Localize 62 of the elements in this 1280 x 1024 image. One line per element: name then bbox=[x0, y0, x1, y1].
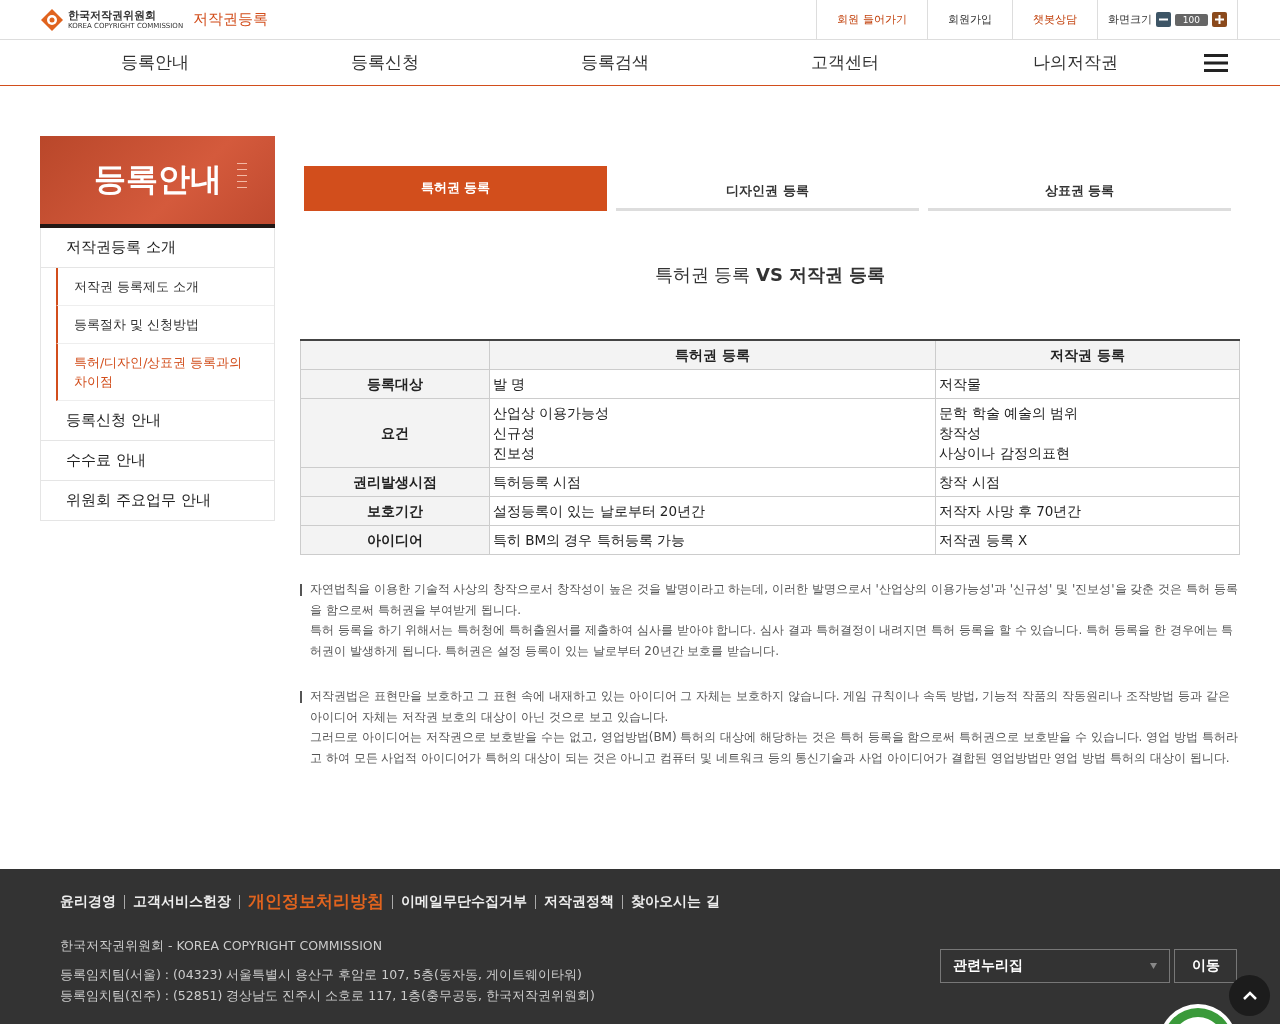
utility-link[interactable]: 챗봇상담 bbox=[1012, 0, 1098, 39]
logo-icon bbox=[40, 7, 64, 32]
table-cell: 특허등록 시점 bbox=[489, 467, 936, 497]
scroll-top-button[interactable] bbox=[1229, 975, 1270, 1016]
go-button[interactable]: 이동 bbox=[1174, 949, 1237, 983]
font-size-label: 화면크기 bbox=[1107, 12, 1152, 27]
footer-link[interactable]: 고객서비스헌장 bbox=[133, 893, 231, 911]
table-cell: 산업상 이용가능성 신규성 진보성 bbox=[489, 398, 936, 468]
table-cell: 설정등록이 있는 날로부터 20년간 bbox=[489, 496, 936, 526]
nav-item[interactable]: 등록검색 bbox=[500, 51, 730, 74]
nav-item[interactable]: 고객센터 bbox=[730, 51, 960, 74]
paragraph: 저작권법은 표현만을 보호하고 그 표현 속에 내재하고 있는 아이디어 그 자체는 보호하지 않습니다. 게임 규칙이나 속독 방법, 기능적 작품의 작동원리나 조작방법 등과 같은 아이디어 자체는 저작권 보호의 대상이 아닌 것으로 보고 있습니다. bbox=[310, 687, 1231, 726]
zoom-in-icon[interactable] bbox=[1212, 12, 1227, 27]
sidebar-item[interactable]: 수수료 안내 bbox=[40, 441, 275, 481]
row-header: 요건 bbox=[300, 398, 490, 468]
sidebar-subitem[interactable]: 저작권 등록제도 소개 bbox=[56, 268, 274, 306]
utility-link[interactable]: 회원 들어가기 bbox=[817, 0, 928, 39]
table-cell: 문학 학술 예술의 범위 창작성 사상이나 감정의표현 bbox=[935, 398, 1240, 468]
sidebar-title: 등록안내 bbox=[93, 159, 222, 200]
utility-link[interactable]: 회원가입 bbox=[927, 0, 1013, 39]
footer-text: 등록임치팀(진주) : (52851) 경상남도 진주시 소호로 117, 1층(충무공동, 한국저작권위원회) bbox=[60, 987, 595, 1005]
zoom-out-icon[interactable] bbox=[1155, 12, 1171, 27]
font-size-value: 100 bbox=[1174, 13, 1208, 26]
related-sites-select[interactable]: 관련누리집 bbox=[940, 949, 1170, 983]
chevron-up-icon bbox=[1242, 991, 1257, 1000]
paragraph: 그러므로 아이디어는 저작권으로 보호받을 수는 없고, 영업방법(BM) 특허의 대상에 해당하는 것은 특허 등록을 함으로써 특허권으로 보호받을 수 있습니다. 영업 방법 특허라고 하여 모든 사업적 아이디어가 특허의 대상이 되는 것은 아니고 컴퓨터 및 네트워크 등의 통신기술과 사업 아이디어가 결합된 영업방법만 영업 방법 특허의 대상이 됩니다. bbox=[310, 729, 1239, 767]
lines-icon bbox=[237, 161, 247, 189]
paragraph: 자연법칙을 이용한 기술적 사상의 창작으로서 창작성이 높은 것을 발명이라고 하는데, 이러한 발명으로서 '산업상의 이용가능성'과 '신규성' 및 '진보성'을 갖춘 것은 특허 등록을 함으로써 특허권을 부여받게 됩니다. bbox=[310, 581, 1239, 619]
table-header: 특허권 등록 bbox=[489, 340, 936, 370]
sidebar-item[interactable]: 위원회 주요업무 안내 bbox=[40, 481, 275, 521]
logo-name: 한국저작권위원회 bbox=[68, 9, 157, 22]
table-cell: 특히 BM의 경우 특허등록 가능 bbox=[489, 525, 936, 555]
row-header: 등록대상 bbox=[300, 369, 490, 399]
footer-link[interactable]: 윤리경영 bbox=[60, 893, 116, 911]
footer-link[interactable]: 개인정보처리방침 bbox=[248, 891, 384, 913]
footer-link[interactable]: 찾아오시는 길 bbox=[631, 893, 720, 911]
table-cell: 창작 시점 bbox=[935, 467, 1240, 497]
row-header: 아이디어 bbox=[300, 525, 490, 555]
table-cell: 저작자 사망 후 70년간 bbox=[935, 496, 1240, 526]
page-heading: 특허권 등록 VS 저작권 등록 bbox=[653, 263, 887, 287]
footer-link[interactable]: 저작권정책 bbox=[544, 893, 614, 911]
sidebar-subitem[interactable]: 특허/디자인/상표권 등록과의 차이점 bbox=[56, 344, 274, 401]
site-title: 저작권등록 bbox=[193, 10, 269, 29]
sidebar-item[interactable]: 저작권등록 소개 bbox=[40, 228, 275, 268]
sidebar-item[interactable]: 등록신청 안내 bbox=[40, 401, 275, 441]
caret-icon bbox=[1150, 963, 1157, 969]
nav-item[interactable]: 등록신청 bbox=[270, 51, 500, 74]
row-header: 보호기간 bbox=[300, 496, 490, 526]
table-header: 저작권 등록 bbox=[935, 340, 1240, 370]
sidebar-subitem[interactable]: 등록절차 및 신청방법 bbox=[56, 306, 274, 344]
footer-text: 등록임치팀(서울) : (04323) 서울특별시 용산구 후암로 107, 5층(동자동, 게이트웨이타워) bbox=[60, 966, 582, 984]
table-cell: 저작물 bbox=[935, 369, 1240, 399]
nav-item[interactable]: 나의저작권 bbox=[960, 51, 1190, 74]
row-header: 권리발생시점 bbox=[300, 467, 490, 497]
table-cell: 저작권 등록 X bbox=[935, 525, 1240, 555]
nav-item[interactable]: 등록안내 bbox=[40, 51, 270, 74]
footer-text: 한국저작권위원회 - KOREA COPYRIGHT COMMISSION bbox=[60, 937, 383, 955]
tab[interactable]: 특허권 등록 bbox=[304, 166, 607, 211]
paragraph: 특허 등록을 하기 위해서는 특허청에 특허출원서를 제출하여 심사를 받아야 합니다. 심사 결과 특허결정이 내려지면 특허 등록을 할 수 있습니다. 특허 등록을 한 경우에는 특허권이 발생하게 됩니다. 특허권은 설정 등록이 있는 날로부터 20년간 보호를 받습니다. bbox=[310, 622, 1235, 661]
footer-link[interactable]: 이메일무단수집거부 bbox=[401, 893, 527, 911]
table-cell: 발 명 bbox=[489, 369, 936, 399]
menu-icon[interactable] bbox=[1204, 52, 1228, 73]
